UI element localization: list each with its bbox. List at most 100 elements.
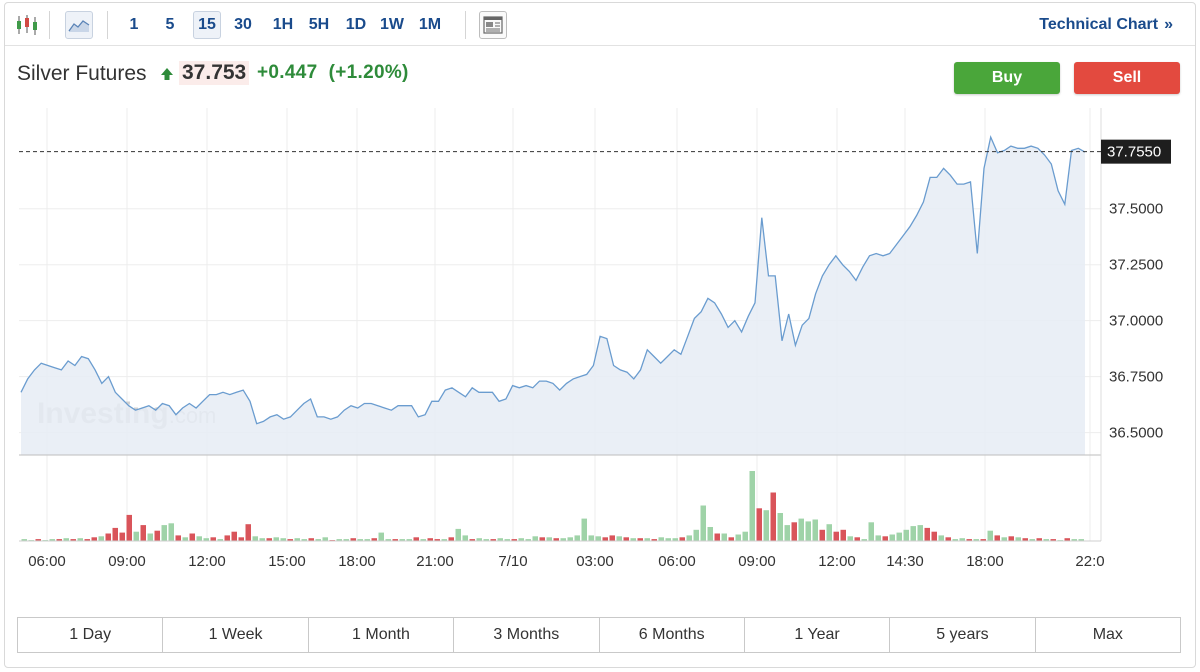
volume-bar <box>574 535 580 541</box>
volume-bar <box>812 519 818 541</box>
x-tick-label: 14:30 <box>886 553 924 570</box>
volume-bar <box>714 533 720 541</box>
volume-bar <box>924 527 930 541</box>
volume-bar <box>252 536 258 541</box>
volume-bar <box>777 513 783 541</box>
volume-bar <box>833 531 839 541</box>
x-tick-label: 21:00 <box>416 553 454 570</box>
volume-bar <box>770 492 776 541</box>
volume-bar <box>581 518 587 541</box>
x-tick-label: 7/10 <box>498 553 527 570</box>
volume-bar <box>119 532 125 541</box>
volume-bar <box>539 537 545 541</box>
x-tick-label: 22:0 <box>1075 553 1104 570</box>
volume-bar <box>154 530 160 541</box>
volume-bar <box>210 537 216 541</box>
x-tick-label: 06:00 <box>658 553 696 570</box>
volume-bar <box>903 529 909 541</box>
volume-bar <box>917 525 923 541</box>
volume-bar <box>546 537 552 541</box>
volume-bar <box>1001 537 1007 541</box>
y-tick-label: 37.0000 <box>1109 313 1163 330</box>
volume-bar <box>448 537 454 541</box>
volume-bar <box>462 535 468 541</box>
range-tab-1-week[interactable]: 1 Week <box>163 618 309 652</box>
volume-bar <box>378 532 384 541</box>
volume-bar <box>182 537 188 541</box>
volume-bar <box>945 537 951 541</box>
volume-bar <box>987 530 993 541</box>
volume-bar <box>609 535 615 541</box>
volume-bar <box>735 534 741 541</box>
volume-bar <box>693 529 699 541</box>
volume-bar <box>98 536 104 541</box>
volume-bar <box>175 535 181 541</box>
range-tab-1-month[interactable]: 1 Month <box>309 618 455 652</box>
volume-bar <box>686 535 692 541</box>
volume-bar <box>679 537 685 541</box>
chart-widget: Technical Chart» 1 5 15 30 1H 5H 1D 1W 1M Silver… <box>4 2 1196 668</box>
volume-bar <box>854 537 860 541</box>
range-tab-5-years[interactable]: 5 years <box>890 618 1036 652</box>
range-tab-6-months[interactable]: 6 Months <box>600 618 745 652</box>
volume-bar <box>1015 537 1021 541</box>
y-tick-label: 37.2500 <box>1109 257 1163 274</box>
volume-bar <box>721 533 727 541</box>
y-tick-label: 36.7500 <box>1109 369 1163 386</box>
price-chart[interactable]: Investing.com37.755037.500037.250037.000… <box>5 3 1195 608</box>
volume-bar <box>231 531 237 541</box>
volume-bar <box>784 525 790 541</box>
y-tick-label: 36.5000 <box>1109 425 1163 442</box>
last-price-tag-label: 37.7550 <box>1107 144 1161 161</box>
volume-bar <box>455 528 461 541</box>
volume-bar <box>168 523 174 541</box>
range-tab-1-day[interactable]: 1 Day <box>18 618 164 652</box>
volume-bar <box>910 526 916 541</box>
volume-bar <box>133 531 139 541</box>
y-tick-label: 37.5000 <box>1109 201 1163 218</box>
volume-bar <box>875 535 881 541</box>
volume-bar <box>749 471 755 541</box>
x-tick-label: 03:00 <box>576 553 614 570</box>
volume-bar <box>322 537 328 541</box>
volume-bar <box>868 522 874 541</box>
volume-bar <box>931 531 937 541</box>
volume-bar <box>413 537 419 541</box>
volume-bar <box>532 536 538 541</box>
volume-bar <box>847 536 853 541</box>
volume-bar <box>616 536 622 541</box>
volume-bar <box>826 524 832 541</box>
x-tick-label: 12:00 <box>188 553 226 570</box>
volume-bar <box>658 537 664 541</box>
volume-bar <box>798 518 804 541</box>
volume-bar <box>791 522 797 541</box>
range-tab-1-year[interactable]: 1 Year <box>745 618 891 652</box>
volume-bar <box>567 537 573 541</box>
volume-bar <box>245 524 251 541</box>
volume-bar <box>1008 536 1014 541</box>
range-tab-max[interactable]: Max <box>1036 618 1180 652</box>
volume-bar <box>819 529 825 541</box>
range-tab-3-months[interactable]: 3 Months <box>454 618 600 652</box>
volume-bar <box>756 508 762 541</box>
x-tick-label: 18:00 <box>338 553 376 570</box>
volume-bar <box>224 535 230 541</box>
volume-bar <box>805 521 811 541</box>
volume-bar <box>623 537 629 541</box>
volume-bar <box>763 510 769 541</box>
volume-bar <box>742 531 748 541</box>
volume-bar <box>588 535 594 541</box>
volume-bar <box>196 536 202 541</box>
x-tick-label: 15:00 <box>268 553 306 570</box>
volume-bar <box>994 535 1000 541</box>
volume-bar <box>889 534 895 541</box>
time-range-selector: 1 Day 1 Week 1 Month 3 Months 6 Months 1 Year… <box>17 617 1181 653</box>
volume-bar <box>147 533 153 541</box>
volume-bar <box>273 537 279 541</box>
volume-bar <box>161 525 167 541</box>
volume-bar <box>105 533 111 541</box>
volume-bar <box>602 537 608 541</box>
volume-bar <box>840 529 846 541</box>
volume-bar <box>707 527 713 541</box>
x-tick-label: 06:00 <box>28 553 66 570</box>
